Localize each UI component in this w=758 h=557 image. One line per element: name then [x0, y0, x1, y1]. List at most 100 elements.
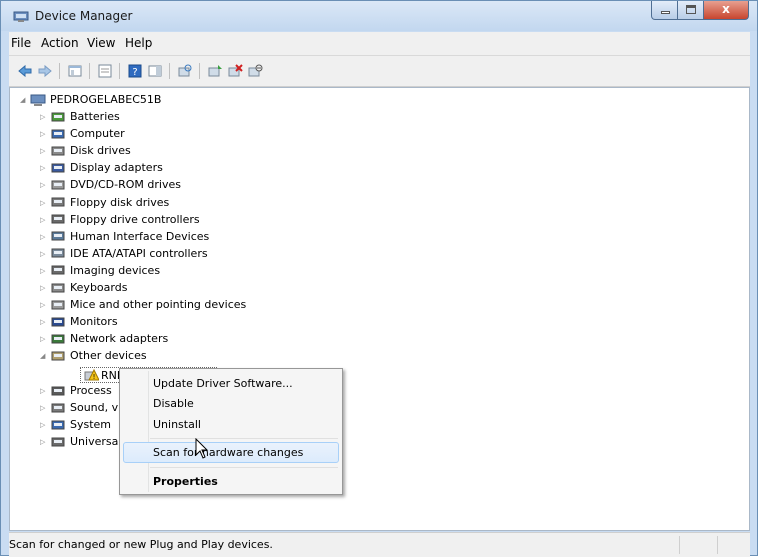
expand-arrow-icon[interactable]: ▷	[40, 130, 48, 138]
expand-arrow-icon[interactable]: ▷	[40, 233, 48, 241]
mouse-icon	[51, 300, 65, 310]
tree-category-item[interactable]: Sound, v	[50, 399, 118, 416]
minimize-button[interactable]	[651, 1, 678, 20]
tree-category-label: Batteries	[70, 110, 120, 123]
tree-category-label: IDE ATA/ATAPI controllers	[70, 246, 208, 260]
warning-device-icon: !	[84, 368, 99, 381]
display-adapter-icon	[51, 163, 65, 173]
expand-arrow-icon[interactable]: ▷	[40, 387, 48, 395]
collapse-arrow-icon[interactable]: ◢	[40, 352, 48, 360]
expand-arrow-icon[interactable]: ▷	[40, 421, 48, 429]
expand-arrow-icon[interactable]: ▷	[40, 181, 48, 189]
battery-icon	[51, 112, 65, 121]
forward-arrow-icon[interactable]	[37, 63, 53, 79]
menu-file[interactable]: File	[9, 36, 33, 50]
mouse-cursor-icon	[195, 438, 209, 459]
close-button[interactable]: x	[704, 1, 749, 20]
tree-category-item[interactable]: DVD/CD-ROM drives	[50, 176, 181, 193]
show-hide-console-tree-icon[interactable]	[67, 63, 83, 79]
svg-text:?: ?	[132, 67, 137, 78]
tree-category-item[interactable]: Display adapters	[50, 159, 163, 176]
device-manager-icon	[13, 11, 29, 22]
tree-category-label: Process	[70, 384, 112, 397]
sound-icon	[51, 403, 65, 413]
uninstall-icon[interactable]	[227, 63, 243, 79]
properties-icon[interactable]	[97, 63, 113, 79]
tree-category-item[interactable]: Disk drives	[50, 142, 131, 159]
expand-arrow-icon[interactable]: ▷	[40, 216, 48, 224]
tree-category-label: Disk drives	[70, 144, 131, 158]
tree-category-label: Floppy drive controllers	[70, 212, 200, 226]
menu-scan-for-hardware-changes[interactable]: Scan for hardware changes	[123, 442, 339, 463]
expand-arrow-icon[interactable]: ▷	[40, 147, 48, 155]
collapse-arrow-icon[interactable]: ◢	[20, 96, 28, 104]
tree-category-item[interactable]: Imaging devices	[50, 262, 160, 279]
menu-uninstall[interactable]: Uninstall	[123, 414, 339, 435]
ide-controller-icon	[51, 248, 65, 258]
floppy-controller-icon	[51, 214, 65, 224]
menu-view[interactable]: View	[85, 36, 117, 50]
tree-category-item[interactable]: System	[50, 416, 111, 433]
update-driver-icon[interactable]	[207, 63, 223, 79]
maximize-icon	[686, 5, 696, 14]
tree-category-item[interactable]: Batteries	[50, 108, 120, 125]
tree-category-label: Other devices	[70, 349, 147, 363]
menu-properties[interactable]: Properties	[123, 471, 339, 492]
tree-category-item[interactable]: Floppy drive controllers	[50, 211, 200, 228]
disable-device-icon[interactable]	[247, 63, 263, 79]
expand-arrow-icon[interactable]: ▷	[40, 113, 48, 121]
help-icon[interactable]: ?	[127, 63, 143, 79]
computer-root-icon	[30, 94, 46, 106]
tree-category-label: Human Interface Devices	[70, 229, 210, 243]
tree-category-label: System	[70, 418, 112, 432]
expand-arrow-icon[interactable]: ▷	[40, 335, 48, 343]
tree-category-item[interactable]: Process	[50, 382, 112, 399]
toolbar-separator	[59, 63, 60, 79]
svg-text:!: !	[93, 373, 96, 381]
floppy-disk-icon	[51, 197, 65, 207]
tree-category-item[interactable]: Other devices	[50, 347, 147, 364]
tree-category-item[interactable]: Keyboards	[50, 279, 127, 296]
expand-arrow-icon[interactable]: ▷	[40, 318, 48, 326]
tree-category-label: Display adapters	[70, 161, 163, 175]
expand-arrow-icon[interactable]: ▷	[40, 284, 48, 292]
tree-category-item[interactable]: Mice and other pointing devices	[50, 296, 246, 313]
other-devices-icon	[51, 351, 65, 361]
expand-arrow-icon[interactable]: ▷	[40, 267, 48, 275]
expand-arrow-icon[interactable]: ▷	[40, 301, 48, 309]
close-icon: x	[722, 2, 730, 16]
tree-category-label: Imaging devices	[70, 263, 161, 277]
menu-update-driver-software[interactable]: Update Driver Software...	[123, 373, 339, 394]
device-manager-window: Device Manager x File Action View Help ?…	[0, 0, 758, 557]
maximize-button[interactable]	[678, 1, 704, 20]
expand-arrow-icon[interactable]: ▷	[40, 404, 48, 412]
tree-category-item[interactable]: Computer	[50, 125, 125, 142]
menu-action[interactable]: Action	[39, 36, 81, 50]
tree-category-item[interactable]: Floppy disk drives	[50, 194, 169, 211]
menu-disable[interactable]: Disable	[123, 393, 339, 414]
show-action-pane-icon[interactable]	[147, 63, 163, 79]
expand-arrow-icon[interactable]: ▷	[40, 438, 48, 446]
title-bar[interactable]: Device Manager x	[1, 1, 757, 31]
expand-arrow-icon[interactable]: ▷	[40, 164, 48, 172]
tree-category-item[interactable]: Network adapters	[50, 330, 168, 347]
tree-category-label: Mice and other pointing devices	[70, 298, 247, 312]
menu-help[interactable]: Help	[123, 36, 154, 50]
menu-separator	[150, 438, 338, 439]
minimize-icon	[661, 11, 670, 14]
expand-arrow-icon[interactable]: ▷	[40, 199, 48, 207]
system-device-icon	[51, 420, 65, 430]
tree-category-label: DVD/CD-ROM drives	[70, 178, 181, 192]
tree-category-item[interactable]: Universa	[50, 433, 118, 450]
toolbar-separator	[199, 63, 200, 79]
back-arrow-icon[interactable]	[17, 63, 33, 79]
expand-arrow-icon[interactable]: ▷	[40, 250, 48, 258]
tree-category-item[interactable]: Monitors	[50, 313, 118, 330]
scan-hardware-icon[interactable]	[177, 63, 193, 79]
computer-icon	[51, 129, 65, 139]
tree-root[interactable]: PEDROGELABEC51B	[30, 91, 161, 108]
tree-category-item[interactable]: Human Interface Devices	[50, 228, 209, 245]
tree-category-item[interactable]: IDE ATA/ATAPI controllers	[50, 245, 208, 262]
context-menu: Update Driver Software... Disable Uninst…	[119, 368, 343, 495]
keyboard-icon	[51, 283, 65, 292]
